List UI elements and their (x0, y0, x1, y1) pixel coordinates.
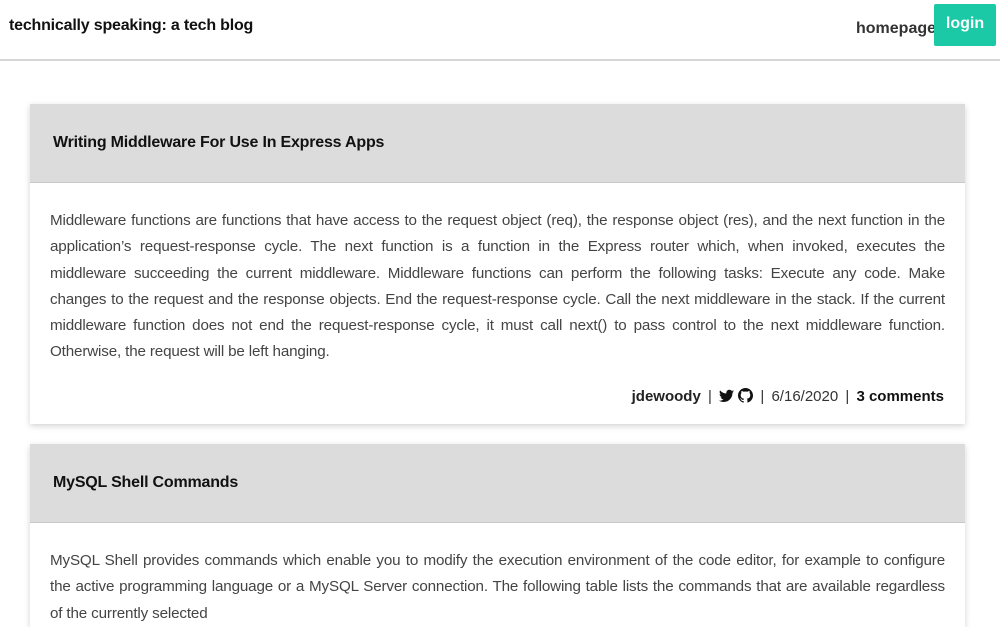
post-header: MySQL Shell Commands (30, 444, 965, 523)
meta-separator: | (707, 387, 712, 405)
post-title[interactable]: Writing Middleware For Use In Express Ap… (53, 134, 384, 152)
post-header: Writing Middleware For Use In Express Ap… (30, 104, 965, 183)
meta-separator: | (845, 387, 850, 405)
login-button[interactable]: login (934, 4, 996, 46)
meta-separator: | (760, 387, 765, 405)
site-header: technically speaking: a tech blog homepa… (0, 0, 1000, 61)
post-card: Writing Middleware For Use In Express Ap… (30, 104, 965, 424)
homepage-link[interactable]: homepage (856, 20, 936, 38)
github-icon[interactable] (738, 387, 757, 405)
post-date: 6/16/2020 (771, 387, 839, 405)
post-title[interactable]: MySQL Shell Commands (53, 474, 238, 492)
post-body: MySQL Shell provides commands which enab… (50, 552, 945, 622)
twitter-icon[interactable] (719, 388, 738, 405)
post-card: MySQL Shell Commands MySQL Shell provide… (30, 444, 965, 627)
post-author[interactable]: jdewoody (632, 388, 701, 405)
comments-link[interactable]: 3 comments (856, 388, 944, 405)
site-title[interactable]: technically speaking: a tech blog (9, 17, 253, 35)
post-meta: jdewoody | | 6/16/2020 | 3 comments (30, 366, 965, 424)
post-body: Middleware functions are functions that … (50, 212, 945, 361)
